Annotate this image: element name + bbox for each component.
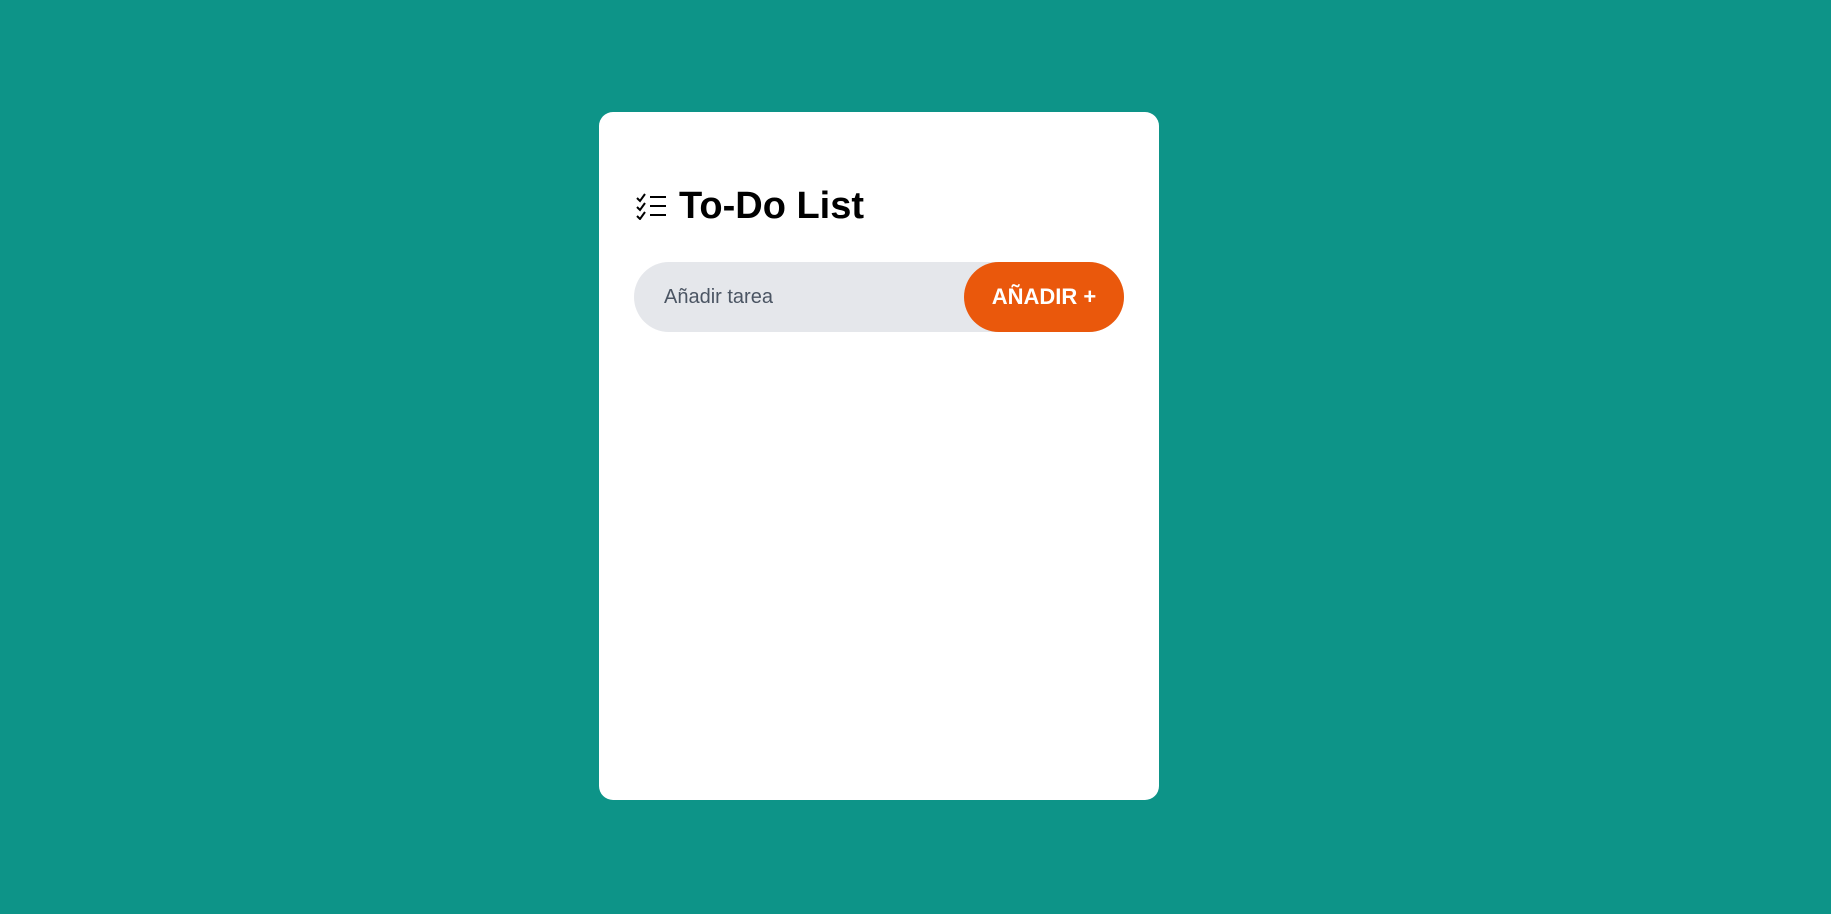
- page-background: To-Do List AÑADIR +: [0, 0, 1831, 914]
- task-input[interactable]: [634, 261, 964, 333]
- add-task-button[interactable]: AÑADIR +: [964, 262, 1124, 332]
- page-title: To-Do List: [679, 185, 865, 227]
- checklist-icon: [635, 192, 667, 221]
- add-task-form: AÑADIR +: [634, 261, 1124, 333]
- card-header: To-Do List: [635, 184, 864, 228]
- todo-card: To-Do List AÑADIR +: [599, 112, 1159, 800]
